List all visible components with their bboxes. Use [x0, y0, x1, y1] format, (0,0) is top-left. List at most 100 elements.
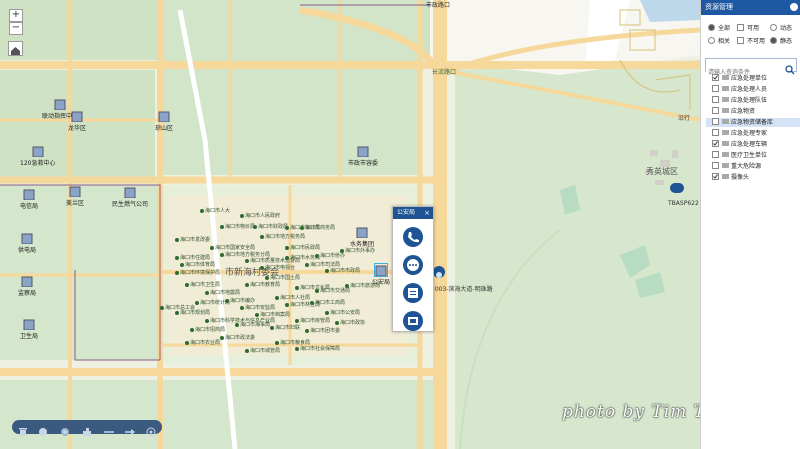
- filter-all[interactable]: 全部: [708, 23, 730, 32]
- gov-office-dot[interactable]: [340, 249, 344, 253]
- home-icon[interactable]: [8, 41, 23, 56]
- gov-office-dot[interactable]: [240, 306, 244, 310]
- collapse-icon[interactable]: [790, 3, 798, 11]
- zoom-in-button[interactable]: +: [9, 9, 23, 22]
- gov-office-dot[interactable]: [300, 226, 304, 230]
- puzzle-icon[interactable]: [82, 422, 92, 436]
- poi-marker[interactable]: 水务集团: [350, 226, 374, 248]
- resource-list-item[interactable]: 应急处理专家: [712, 129, 767, 138]
- gov-office-dot[interactable]: [285, 226, 289, 230]
- camera-marker-icon[interactable]: [670, 183, 684, 193]
- globe-icon[interactable]: [38, 422, 48, 436]
- checkbox-icon[interactable]: [712, 162, 719, 169]
- chat-icon[interactable]: [403, 255, 423, 275]
- gov-office-dot[interactable]: [275, 296, 279, 300]
- target-icon[interactable]: [146, 422, 156, 437]
- gov-office-dot[interactable]: [220, 225, 224, 229]
- gov-office-dot[interactable]: [305, 329, 309, 333]
- resource-list-item[interactable]: 应急处理单位: [712, 74, 767, 83]
- gov-office-dot[interactable]: [295, 319, 299, 323]
- resource-list-item[interactable]: 应急处理人员: [712, 85, 767, 94]
- resource-list-item[interactable]: 医疗卫生单位: [712, 151, 767, 160]
- checkbox-icon[interactable]: [712, 140, 719, 147]
- checkbox-icon[interactable]: [712, 96, 719, 103]
- resource-list-item[interactable]: 应急处理队伍: [712, 96, 767, 105]
- gov-office-dot[interactable]: [295, 286, 299, 290]
- gov-office-dot[interactable]: [245, 283, 249, 287]
- gov-office-dot[interactable]: [175, 271, 179, 275]
- poi-marker[interactable]: 供电局: [18, 232, 36, 254]
- camera-icon[interactable]: [433, 266, 445, 278]
- filter-unavailable[interactable]: 不可用: [737, 36, 765, 45]
- gov-office-dot[interactable]: [180, 263, 184, 267]
- layer-icon[interactable]: [60, 422, 70, 436]
- close-icon[interactable]: ×: [424, 207, 430, 219]
- gov-office-dot[interactable]: [265, 276, 269, 280]
- gov-office-dot[interactable]: [245, 349, 249, 353]
- checkbox-icon[interactable]: [712, 118, 719, 125]
- gov-office-dot[interactable]: [253, 225, 257, 229]
- gov-office-dot[interactable]: [310, 301, 314, 305]
- poi-marker[interactable]: 琼山区: [155, 110, 173, 132]
- line-icon[interactable]: [104, 422, 114, 433]
- gov-office-dot[interactable]: [270, 326, 274, 330]
- gov-office-dot[interactable]: [240, 214, 244, 218]
- filter-related[interactable]: 相关: [708, 36, 730, 45]
- gov-office-dot[interactable]: [235, 323, 239, 327]
- gov-office-dot[interactable]: [185, 341, 189, 345]
- gov-office-dot[interactable]: [175, 238, 179, 242]
- resource-list-item[interactable]: 应急物资: [712, 107, 755, 116]
- gov-office-dot[interactable]: [200, 209, 204, 213]
- gov-office-dot[interactable]: [205, 319, 209, 323]
- gov-office-dot[interactable]: [185, 283, 189, 287]
- filter-static[interactable]: 静态: [770, 36, 792, 45]
- info-icon[interactable]: [403, 283, 423, 303]
- gov-office-dot[interactable]: [285, 256, 289, 260]
- gov-office-dot[interactable]: [345, 284, 349, 288]
- record-icon[interactable]: [403, 311, 423, 331]
- poi-marker[interactable]: 民生燃气公司: [112, 186, 148, 208]
- gov-office-dot[interactable]: [305, 263, 309, 267]
- gov-office-dot[interactable]: [325, 311, 329, 315]
- gov-office-dot[interactable]: [175, 256, 179, 260]
- gov-office-dot[interactable]: [285, 246, 289, 250]
- checkbox-icon[interactable]: [712, 74, 719, 81]
- filter-dynamic[interactable]: 动态: [770, 23, 792, 32]
- gov-office-dot[interactable]: [260, 266, 264, 270]
- gov-office-dot[interactable]: [220, 336, 224, 340]
- gov-office-dot[interactable]: [195, 301, 199, 305]
- gov-office-dot[interactable]: [205, 291, 209, 295]
- poi-marker[interactable]: 电信局: [20, 188, 38, 210]
- gov-office-dot[interactable]: [210, 246, 214, 250]
- checkbox-icon[interactable]: [712, 173, 719, 180]
- trash-icon[interactable]: [18, 422, 28, 436]
- filter-available[interactable]: 可用: [737, 23, 759, 32]
- zoom-out-button[interactable]: −: [9, 22, 23, 35]
- checkbox-icon[interactable]: [712, 107, 719, 114]
- poi-marker[interactable]: 卫生局: [20, 318, 38, 340]
- poi-marker[interactable]: 市政市容委: [348, 145, 378, 167]
- gov-office-dot[interactable]: [315, 254, 319, 258]
- gov-office-dot[interactable]: [275, 341, 279, 345]
- gov-office-dot[interactable]: [220, 253, 224, 257]
- gov-office-dot[interactable]: [190, 328, 194, 332]
- gov-office-dot[interactable]: [225, 299, 229, 303]
- checkbox-icon[interactable]: [712, 129, 719, 136]
- checkbox-icon[interactable]: [712, 151, 719, 158]
- poi-marker[interactable]: 美兰区: [66, 185, 84, 207]
- gov-office-dot[interactable]: [335, 321, 339, 325]
- gov-office-dot[interactable]: [325, 269, 329, 273]
- gov-office-dot[interactable]: [295, 347, 299, 351]
- gov-office-dot[interactable]: [315, 289, 319, 293]
- arrow-icon[interactable]: [125, 422, 135, 435]
- gov-office-dot[interactable]: [245, 259, 249, 263]
- resource-list-item[interactable]: 应急物资储备库: [706, 118, 800, 127]
- gov-office-dot[interactable]: [285, 303, 289, 307]
- gov-office-dot[interactable]: [255, 313, 259, 317]
- resource-list-item[interactable]: 重大危险源: [712, 162, 761, 171]
- resource-list-item[interactable]: 应急处理车辆: [712, 140, 767, 149]
- poi-marker[interactable]: 监察局: [18, 275, 36, 297]
- poi-marker[interactable]: 120急救中心: [20, 145, 55, 167]
- checkbox-icon[interactable]: [712, 85, 719, 92]
- phone-icon[interactable]: [403, 227, 423, 247]
